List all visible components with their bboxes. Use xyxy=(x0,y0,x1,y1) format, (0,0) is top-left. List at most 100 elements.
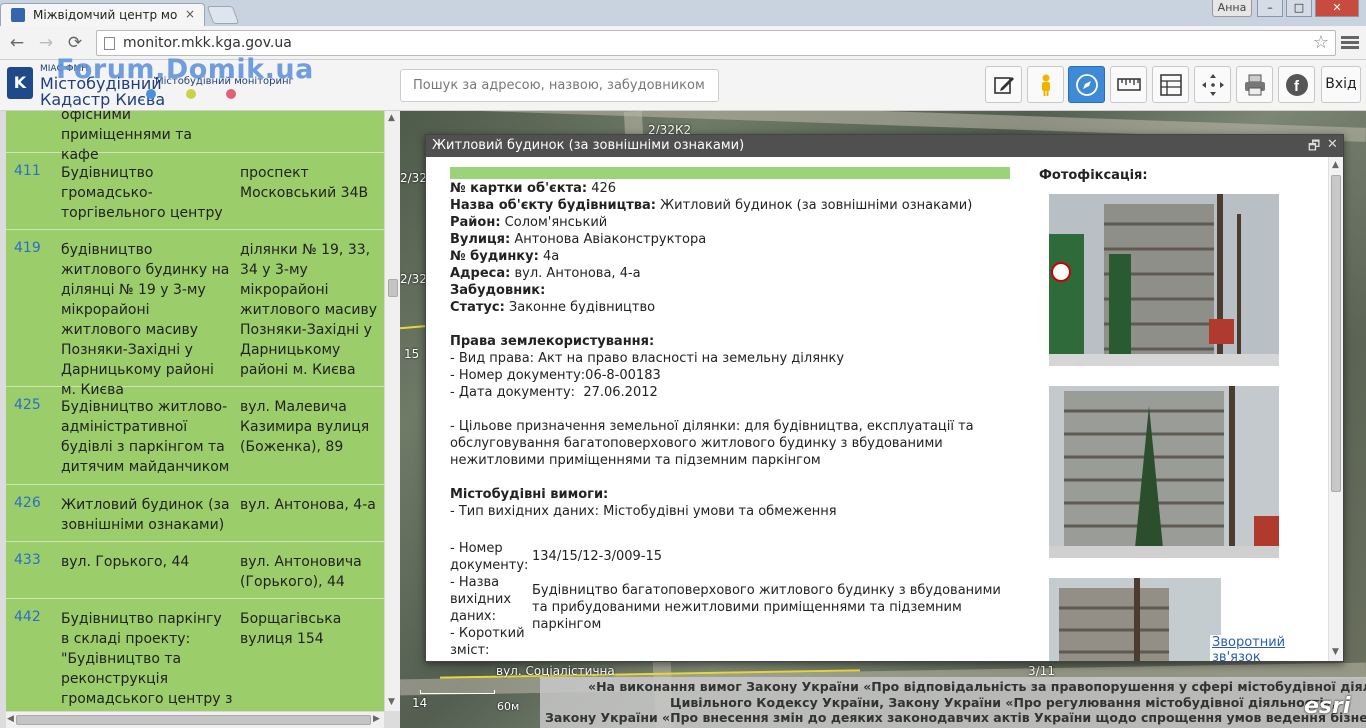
list-item-address: Борщагівська вулиця 154 xyxy=(240,611,342,647)
navigation-tool-button[interactable] xyxy=(1068,66,1105,103)
detail-address: Адреса: вул. Антонова, 4-а xyxy=(450,266,641,281)
address-bar[interactable]: monitor.mkk.kga.gov.ua ☆ xyxy=(96,30,1336,56)
construction-photo[interactable] xyxy=(1049,386,1279,558)
scroll-thumb[interactable] xyxy=(16,715,371,725)
list-horizontal-scrollbar[interactable]: ◀ ▶ xyxy=(6,711,384,728)
req-num-value: 134/15/12-3/009-15 xyxy=(532,549,663,564)
layers-icon xyxy=(1160,74,1182,96)
logo-dot-yellow xyxy=(186,89,196,99)
req-num-label: - Номер документу: xyxy=(450,541,529,573)
facebook-button[interactable]: f xyxy=(1278,66,1315,103)
url-text: monitor.mkk.kga.gov.ua xyxy=(123,35,292,51)
feedback-link[interactable]: Зворотний зв'язок xyxy=(1210,635,1328,661)
legal-notice-banner: «На виконання вимог Закону України «Про … xyxy=(540,677,1366,728)
maximize-button[interactable]: □ xyxy=(1286,0,1312,17)
legal-line: Закону України «Про внесення змін до дея… xyxy=(545,710,1366,725)
forward-icon[interactable]: → xyxy=(35,32,57,54)
facebook-icon: f xyxy=(1286,74,1308,96)
popup-scrollbar[interactable]: ▲ ▼ xyxy=(1328,157,1343,661)
list-item-address: ділянки № 19, 33, 34 у 3-му мікрорайоні … xyxy=(240,242,378,378)
person-icon xyxy=(1042,74,1050,96)
print-tool-button[interactable] xyxy=(1236,66,1273,103)
list-item-number[interactable]: 425 xyxy=(14,397,41,413)
tab-close-icon[interactable]: × xyxy=(185,7,195,21)
window-close-button[interactable]: ✕ xyxy=(1315,0,1359,17)
map-label: 14 xyxy=(412,696,428,710)
list-item-number[interactable]: 411 xyxy=(14,163,41,179)
popup-maximize-icon[interactable]: 🗗 xyxy=(1308,137,1320,159)
list-item-name: Будівництво паркінгу в складі проекту: "… xyxy=(61,611,233,707)
objects-list-panel: офісними приміщеннями та кафе 411 Будівн… xyxy=(0,111,400,728)
scroll-left-icon[interactable]: ◀ xyxy=(7,714,14,724)
land-doc-date: - Дата документу: 27.06.2012 xyxy=(450,385,658,400)
objects-list: офісними приміщеннями та кафе 411 Будівн… xyxy=(6,111,384,711)
list-item[interactable]: 433 вул. Горького, 44 вул. Антоновича (Г… xyxy=(6,542,384,599)
land-right-type: - Вид права: Акт на право власності на з… xyxy=(450,351,845,366)
scroll-thumb[interactable] xyxy=(1331,175,1341,492)
search-input[interactable] xyxy=(400,69,719,102)
list-item-name: Будівництво громадсько-торгівельного цен… xyxy=(61,165,223,221)
edit-tool-button[interactable] xyxy=(985,66,1022,103)
logo-dot-blue xyxy=(146,89,156,99)
profile-name[interactable]: Анна xyxy=(1212,0,1252,17)
scroll-down-icon[interactable]: ▼ xyxy=(1332,647,1339,657)
detail-status: Статус: Законне будівництво xyxy=(450,300,656,315)
list-vertical-scrollbar[interactable]: ▲ ▼ xyxy=(384,111,400,711)
popup-close-icon[interactable]: ✕ xyxy=(1327,137,1338,152)
list-item[interactable]: 426 Житловий будинок (за зовнішніми озна… xyxy=(6,485,384,542)
legal-line: Цивільного Кодексу України, Закону Украї… xyxy=(670,694,1337,710)
list-item[interactable]: офісними приміщеннями та кафе xyxy=(6,111,384,163)
logo-dot-pink xyxy=(226,89,236,99)
status-color-bar xyxy=(450,167,1010,179)
construction-photo[interactable] xyxy=(1049,578,1221,661)
minimize-button[interactable]: – xyxy=(1257,0,1283,17)
browser-tab-strip: Міжвідомчий центр мон × Анна – □ ✕ xyxy=(0,0,1366,26)
watermark: Forum.Domik.ua xyxy=(56,54,314,85)
list-item-number[interactable]: 419 xyxy=(14,240,41,256)
land-rights-heading: Права землекористування: xyxy=(450,334,655,349)
esri-logo: esri xyxy=(1304,694,1351,719)
detail-developer: Забудовник: xyxy=(450,283,546,298)
list-item-number[interactable]: 433 xyxy=(14,552,41,568)
map-label: 3/11 xyxy=(1028,664,1055,678)
object-info-popup: Житловий будинок (за зовнішніми ознаками… xyxy=(425,134,1344,662)
scroll-thumb[interactable] xyxy=(388,279,398,297)
locate-tool-button[interactable] xyxy=(1194,66,1231,103)
req-name-label: - Назва вихідних даних: xyxy=(450,575,512,624)
map-label: 2/32 xyxy=(400,272,427,286)
scroll-down-icon[interactable]: ▼ xyxy=(388,697,395,707)
list-item-name: будівництво житлового будинку на ділянці… xyxy=(61,242,230,398)
browser-menu-icon[interactable] xyxy=(1341,34,1359,52)
list-item[interactable]: 411 Будівництво громадсько-торгівельного… xyxy=(6,153,384,230)
scroll-up-icon[interactable]: ▲ xyxy=(388,113,395,123)
ruler-icon xyxy=(1117,78,1141,91)
layers-tool-button[interactable] xyxy=(1152,66,1189,103)
list-item-address: вул. Антоновича (Горького), 44 xyxy=(240,554,362,590)
list-item[interactable]: 425 Будівництво житлово-адміністративної… xyxy=(6,387,384,485)
bookmark-star-icon[interactable]: ☆ xyxy=(1313,32,1329,53)
reload-icon[interactable]: ⟳ xyxy=(64,32,86,54)
scroll-right-icon[interactable]: ▶ xyxy=(373,714,380,724)
measure-tool-button[interactable] xyxy=(1110,66,1147,103)
detail-card-number: № картки об'єкта: 426 xyxy=(450,181,617,196)
list-item-address: проспект Московський 34В xyxy=(240,165,369,201)
requirement-type: - Тип вихідних даних: Містобудівні умови… xyxy=(450,504,837,519)
edit-icon xyxy=(994,77,1014,94)
streetview-tool-button[interactable] xyxy=(1027,66,1064,103)
construction-photo[interactable] xyxy=(1049,194,1279,366)
list-item-number[interactable]: 426 xyxy=(14,495,41,511)
req-summary-label: - Короткий зміст: xyxy=(450,626,525,658)
popup-body: № картки об'єкта: 426 Назва об'єкту буді… xyxy=(426,157,1328,661)
kyiv-logo-icon[interactable]: K xyxy=(7,67,33,99)
detail-district: Район: Солом'янський xyxy=(450,215,608,230)
login-button[interactable]: Вхід xyxy=(1321,66,1361,103)
map-label: 2/32 xyxy=(400,171,427,185)
scroll-up-icon[interactable]: ▲ xyxy=(1332,160,1339,170)
new-tab-button[interactable] xyxy=(206,6,240,24)
back-icon[interactable]: ← xyxy=(6,32,28,54)
browser-tab[interactable]: Міжвідомчий центр мон × xyxy=(0,3,205,26)
list-item[interactable]: 442 Будівництво паркінгу в складі проект… xyxy=(6,599,384,711)
list-item[interactable]: 419 будівництво житлового будинку на діл… xyxy=(6,230,384,398)
list-item-number[interactable]: 442 xyxy=(14,609,41,625)
land-purpose: - Цільове призначення земельної ділянки:… xyxy=(450,419,974,468)
